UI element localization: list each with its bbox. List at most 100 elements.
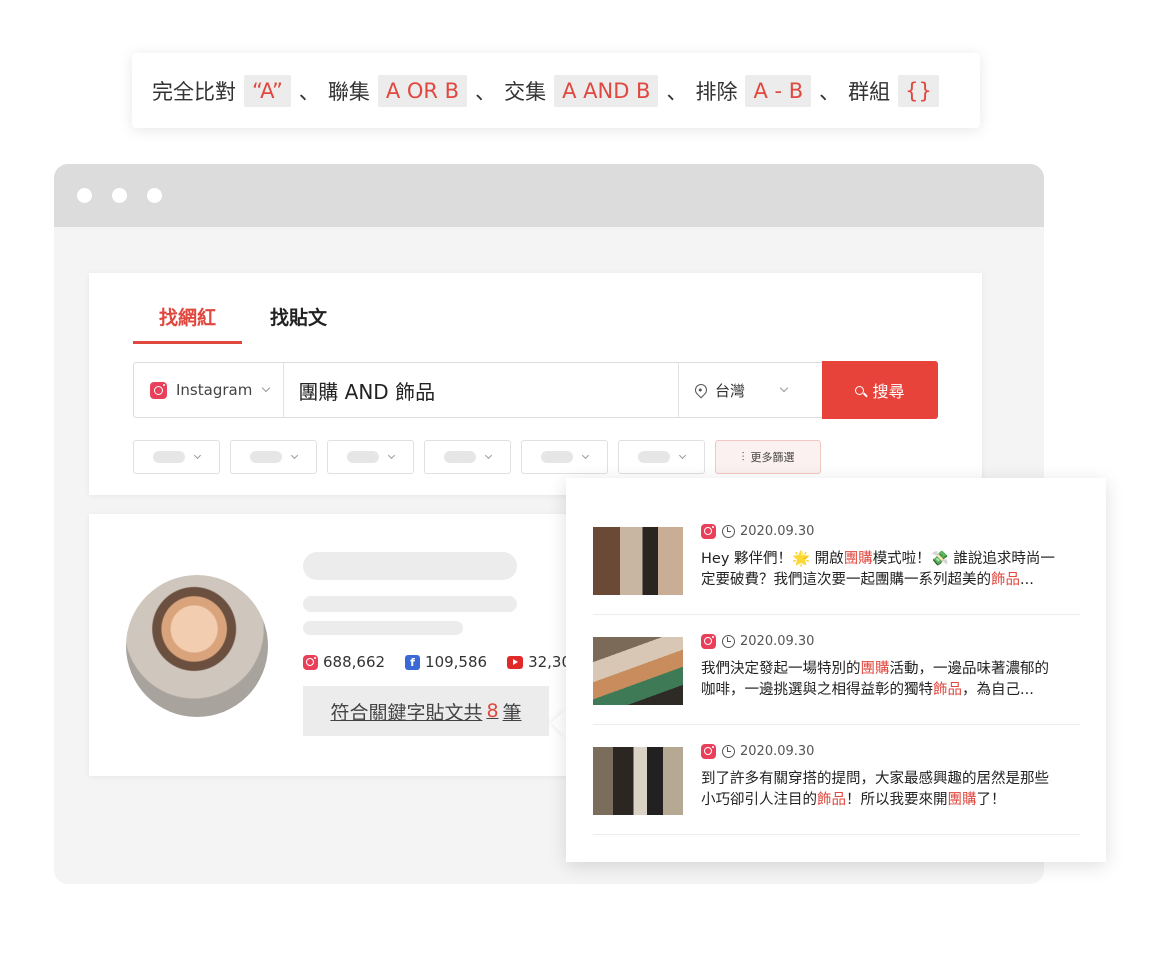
post-text-segment: 誰說追求時尚一 <box>948 551 1055 567</box>
tab-find-influencer[interactable]: 找網紅 <box>133 303 243 344</box>
post-date: 2020.09.30 <box>740 744 815 759</box>
keyword-highlight: 團購 <box>860 661 890 677</box>
text-skeleton <box>303 596 517 612</box>
facebook-count: 109,586 <box>425 653 488 671</box>
keyword-highlight: 飾品 <box>991 572 1020 588</box>
chevron-down-icon <box>779 383 789 393</box>
post-text-segment: 了！ <box>976 792 1006 808</box>
filter-dropdown[interactable] <box>424 440 511 474</box>
syntax-banner: 完全比對 “A” 、 聯集 A OR B 、 交集 A AND B 、 排除 A… <box>132 53 980 128</box>
clock-icon <box>722 525 735 538</box>
clock-icon <box>722 745 735 758</box>
intersect-code: A AND B <box>554 74 659 107</box>
separator: 、 <box>666 79 688 104</box>
post-text-segment: 模式啦！ <box>872 551 931 567</box>
exclude-code: A - B <box>745 74 812 107</box>
matching-posts-popup: 2020.09.30 Hey 夥伴們！🌟 開啟團購模式啦！💸 誰說追求時尚一 定… <box>566 478 1106 862</box>
avatar <box>126 575 268 717</box>
post-text-segment: ！所以我要來開 <box>846 792 948 808</box>
instagram-icon <box>150 381 167 399</box>
text-skeleton <box>303 621 463 635</box>
post-thumbnail <box>593 637 683 705</box>
keyword-highlight: 飾品 <box>933 682 962 698</box>
filter-placeholder <box>444 451 476 463</box>
matching-posts-link[interactable]: 符合關鍵字貼文共 8 筆 <box>303 686 549 736</box>
chevron-down-icon <box>387 451 396 459</box>
clock-icon <box>722 635 735 648</box>
youtube-stat: 32,30 <box>507 653 571 671</box>
group-label: 群組 <box>848 79 891 104</box>
influencer-card[interactable]: 688,662 f 109,586 32,30 符合關鍵字貼文共 8 筆 <box>89 514 609 776</box>
post-item[interactable]: 2020.09.30 Hey 夥伴們！🌟 開啟團購模式啦！💸 誰說追求時尚一 定… <box>593 505 1080 615</box>
chevron-down-icon <box>581 451 590 459</box>
post-item[interactable]: 2020.09.30 到了許多有關穿搭的提問，大家最感興趣的居然是那些 小巧卻引… <box>593 725 1080 835</box>
more-filters-button[interactable]: ⫶ 更多篩選 <box>715 440 821 474</box>
post-text-segment: 小巧卻引人注目的 <box>701 792 817 808</box>
separator: 、 <box>298 79 320 104</box>
filter-placeholder <box>153 451 185 463</box>
instagram-stat: 688,662 <box>303 653 385 671</box>
post-text-segment: 到了許多有關穿搭的提問，大家最感興趣的居然是那些 <box>701 771 1049 787</box>
group-code: {} <box>898 74 939 107</box>
instagram-icon <box>303 654 318 670</box>
location-select[interactable]: 台灣 <box>678 363 822 417</box>
post-item[interactable]: 2020.09.30 我們決定發起一場特別的團購活動，一邊品味著濃郁的 咖啡，一… <box>593 615 1080 725</box>
post-date: 2020.09.30 <box>740 524 815 539</box>
tab-find-post[interactable]: 找貼文 <box>242 303 353 344</box>
post-meta: 2020.09.30 <box>701 634 814 649</box>
window-dot <box>77 188 92 203</box>
youtube-icon <box>507 655 524 669</box>
post-text-segment: 活動，一邊品味著濃郁的 <box>889 661 1050 677</box>
instagram-count: 688,662 <box>323 653 386 671</box>
chevron-down-icon <box>484 451 493 459</box>
filter-dropdown[interactable] <box>327 440 414 474</box>
post-text-segment: 開啟 <box>810 551 844 567</box>
filter-placeholder <box>347 451 379 463</box>
match-count: 8 <box>486 700 499 722</box>
post-text-segment: 定要破費？我們這次要一起團購一系列超美的 <box>701 572 991 588</box>
keyword-highlight: 團購 <box>947 792 977 808</box>
emoji: 💸 <box>930 551 949 567</box>
keyword-highlight: 團購 <box>843 551 873 567</box>
post-text: 到了許多有關穿搭的提問，大家最感興趣的居然是那些 小巧卻引人注目的飾品！所以我要… <box>701 769 1086 811</box>
search-button[interactable]: 搜尋 <box>822 361 938 419</box>
more-filters-label: 更多篩選 <box>750 451 795 464</box>
filter-row: ⫶ 更多篩選 <box>133 440 821 474</box>
separator: 、 <box>475 79 497 104</box>
filter-placeholder <box>250 451 282 463</box>
search-input[interactable]: 團購 AND 飾品 <box>284 376 678 405</box>
post-text-segment: 我們決定發起一場特別的 <box>701 661 861 677</box>
filter-dropdown[interactable] <box>230 440 317 474</box>
facebook-stat: f 109,586 <box>405 653 487 671</box>
match-suffix: 筆 <box>502 701 522 724</box>
filter-dropdown[interactable] <box>133 440 220 474</box>
post-text: Hey 夥伴們！🌟 開啟團購模式啦！💸 誰說追求時尚一 定要破費？我們這次要一起… <box>701 549 1086 591</box>
chevron-down-icon <box>678 451 687 459</box>
post-thumbnail <box>593 527 683 595</box>
search-panel: 找網紅 找貼文 Instagram 團購 AND 飾品 台灣 搜尋 ⫶ 更多篩選 <box>89 273 982 495</box>
search-button-label: 搜尋 <box>872 382 905 401</box>
youtube-count: 32,30 <box>528 653 572 671</box>
match-prefix: 符合關鍵字貼文共 <box>330 701 483 724</box>
search-icon <box>855 385 865 395</box>
union-code: A OR B <box>377 74 468 107</box>
sliders-icon: ⫶ <box>741 449 745 464</box>
follower-stats: 688,662 f 109,586 32,30 <box>303 653 591 671</box>
chevron-down-icon <box>290 451 299 459</box>
platform-select[interactable]: Instagram <box>134 363 285 417</box>
tab-bar: 找網紅 找貼文 <box>133 303 353 344</box>
location-pin-icon <box>692 381 710 399</box>
filter-dropdown[interactable] <box>521 440 608 474</box>
post-text-segment: Hey 夥伴們！ <box>701 551 793 567</box>
post-text-segment: 咖啡，一邊挑選與之相得益彰的獨特 <box>701 682 933 698</box>
filter-dropdown[interactable] <box>618 440 705 474</box>
separator: 、 <box>819 79 841 104</box>
window-dot <box>147 188 162 203</box>
search-bar: Instagram 團購 AND 飾品 台灣 搜尋 <box>133 361 938 419</box>
post-text: 我們決定發起一場特別的團購活動，一邊品味著濃郁的 咖啡，一邊挑選與之相得益彰的獨… <box>701 659 1086 701</box>
post-meta: 2020.09.30 <box>701 744 814 759</box>
filter-placeholder <box>638 451 670 463</box>
exact-label: 完全比對 <box>152 79 236 104</box>
window-dot <box>112 188 127 203</box>
exclude-label: 排除 <box>695 79 738 104</box>
